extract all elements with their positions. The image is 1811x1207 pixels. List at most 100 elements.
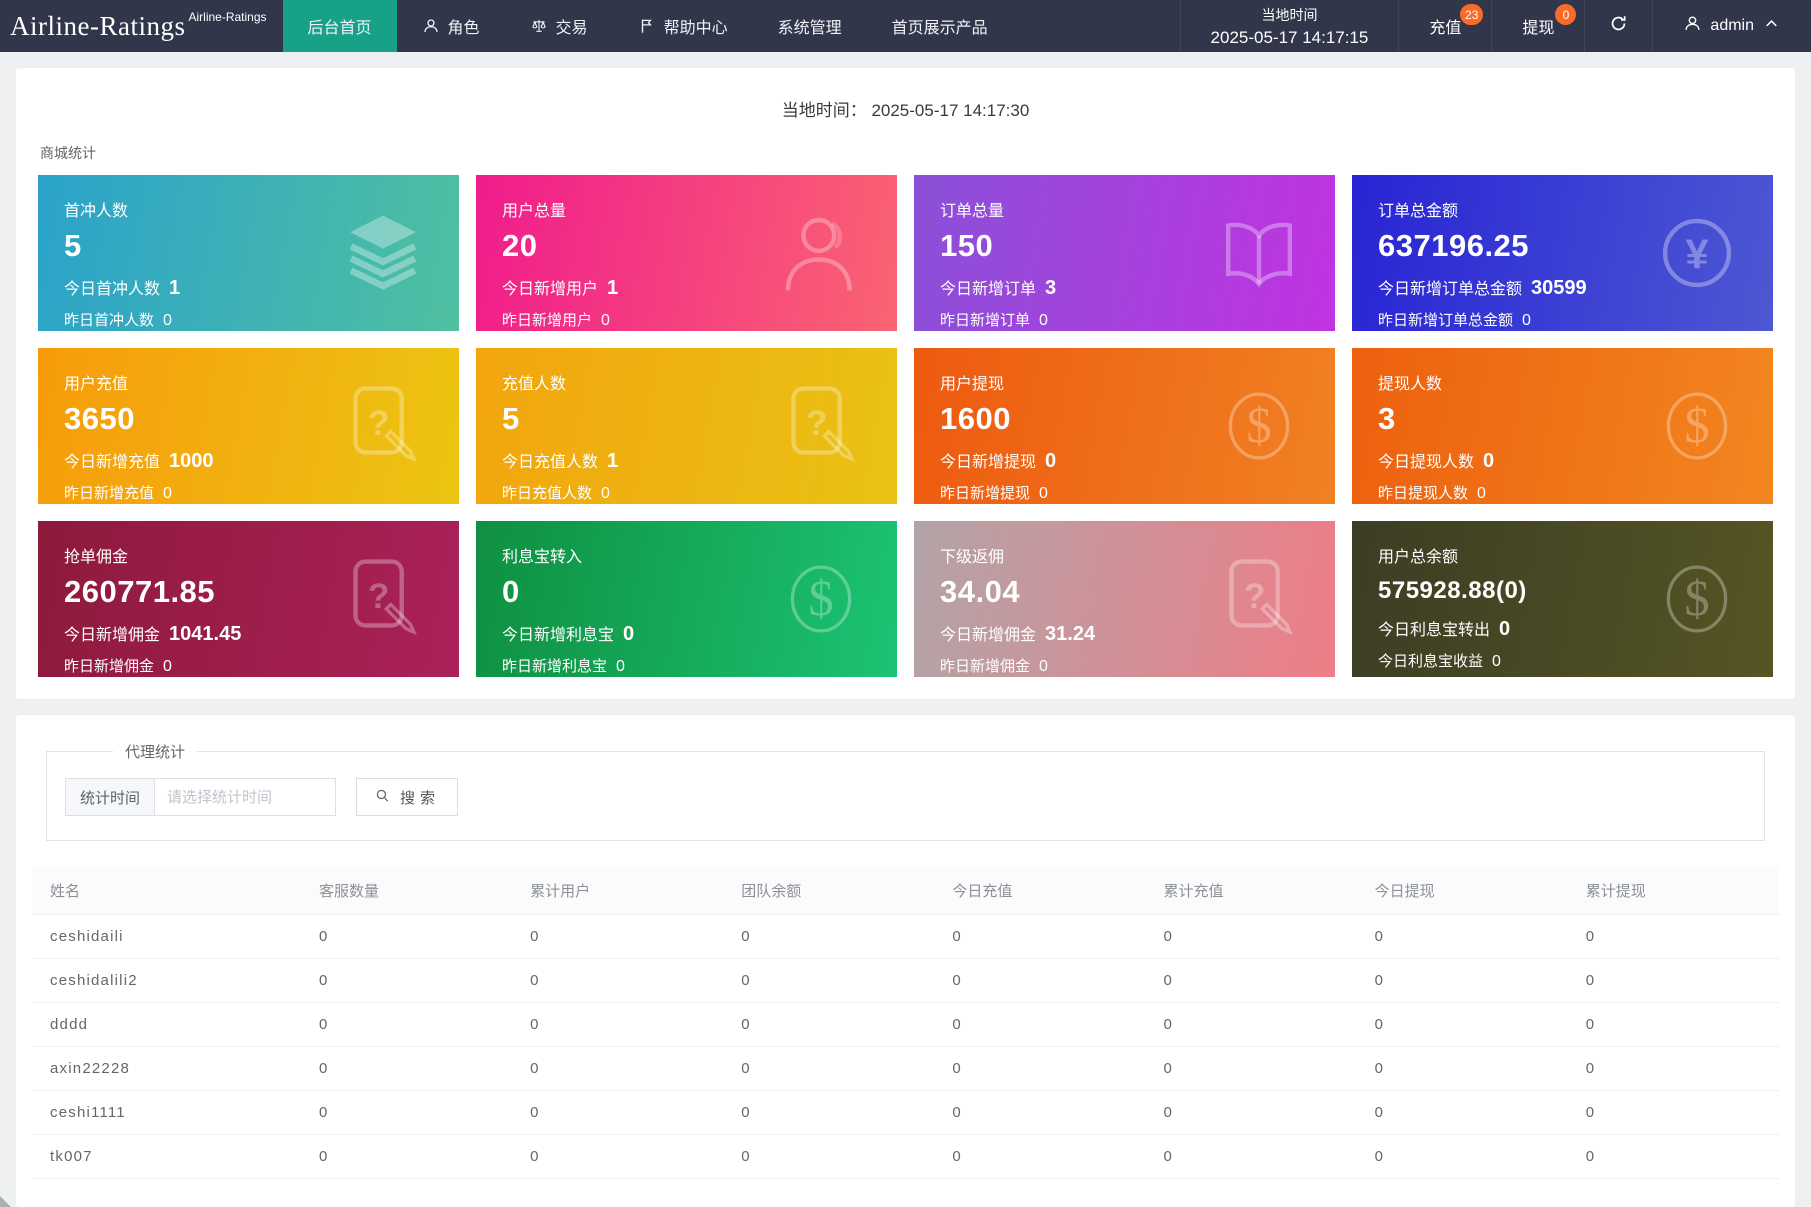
table-cell: 0	[512, 959, 723, 1003]
table-cell: tk007	[32, 1135, 301, 1179]
card-yesterday-value: 0	[616, 658, 625, 676]
card-today-label: 今日新增利息宝	[502, 621, 614, 645]
table-cell: 0	[301, 1047, 512, 1091]
table-header-cell: 累计提现	[1568, 867, 1779, 915]
table-cell: 0	[1357, 1047, 1568, 1091]
stat-card-11: 下级返佣34.04今日新增佣金31.24昨日新增佣金0?	[914, 521, 1335, 677]
nav-item-label: 后台首页	[308, 14, 372, 38]
nav-item-5[interactable]: 系统管理	[753, 0, 867, 52]
dollar-icon: $	[1215, 382, 1303, 470]
search-button-label: 搜索	[400, 787, 440, 808]
nav-item-label: 帮助中心	[664, 14, 728, 38]
table-header-cell: 姓名	[32, 867, 301, 915]
card-yesterday-line: 昨日新增订单0	[940, 309, 1309, 330]
table-cell: 0	[1146, 1135, 1357, 1179]
nav-item-label: 交易	[556, 14, 588, 38]
table-header-cell: 累计充值	[1146, 867, 1357, 915]
content-local-time: 当地时间： 2025-05-17 14:17:30	[38, 96, 1773, 121]
table-cell: 0	[1568, 1047, 1779, 1091]
table-cell: 0	[301, 959, 512, 1003]
app-logo-superscript: Airline-Ratings	[188, 10, 266, 24]
user-menu[interactable]: admin	[1652, 0, 1811, 52]
username: admin	[1710, 17, 1754, 35]
card-yesterday-line: 昨日新增佣金0	[940, 655, 1309, 676]
card-yesterday-line: 昨日新增订单总金额0	[1378, 309, 1747, 330]
card-today-value: 3	[1045, 277, 1056, 300]
nav-item-2[interactable]: 角色	[397, 0, 505, 52]
table-cell: 0	[1146, 1047, 1357, 1091]
card-today-value: 1	[169, 277, 180, 300]
svg-text:$: $	[1246, 398, 1271, 454]
table-cell: 0	[723, 1135, 934, 1179]
search-icon	[374, 787, 391, 808]
table-cell: 0	[512, 1135, 723, 1179]
nav-item-3[interactable]: 交易	[505, 0, 613, 52]
layers-icon	[339, 209, 427, 297]
dollar-icon: $	[777, 555, 865, 643]
dollar-icon: $	[1653, 555, 1741, 643]
card-today-value: 1041.45	[169, 623, 241, 646]
agent-filter-row: 统计时间 搜索	[65, 778, 1764, 816]
stat-card-6: 充值人数5今日充值人数1昨日充值人数0?	[476, 348, 897, 504]
agent-stats-fieldset: 代理统计 统计时间 搜索	[46, 741, 1765, 841]
stat-card-7: 用户提现1600今日新增提现0昨日新增提现0$	[914, 348, 1335, 504]
table-cell: ceshi1111	[32, 1091, 301, 1135]
recharge-button[interactable]: 充值 23	[1398, 0, 1491, 52]
table-cell: 0	[1357, 1135, 1568, 1179]
stat-card-2: 用户总量20今日新增用户1昨日新增用户0	[476, 175, 897, 331]
table-cell: 0	[1357, 1003, 1568, 1047]
table-header-cell: 今日充值	[934, 867, 1145, 915]
refresh-button[interactable]	[1584, 0, 1652, 52]
card-yesterday-label: 昨日新增订单总金额	[1378, 309, 1513, 330]
table-cell: 0	[1357, 915, 1568, 959]
nav-item-4[interactable]: 帮助中心	[613, 0, 753, 52]
table-cell: 0	[723, 959, 934, 1003]
table-row: ceshi11110000000	[32, 1091, 1779, 1135]
yen-icon: ¥	[1653, 209, 1741, 297]
page-resize-corner	[0, 1196, 11, 1207]
filter-label: 统计时间	[65, 778, 154, 816]
nav-item-6[interactable]: 首页展示产品	[867, 0, 1013, 52]
table-cell: 0	[1146, 1091, 1357, 1135]
card-today-label: 今日首冲人数	[64, 275, 160, 299]
stat-card-1: 首冲人数5今日首冲人数1昨日首冲人数0	[38, 175, 459, 331]
stat-card-8: 提现人数3今日提现人数0昨日提现人数0$	[1352, 348, 1773, 504]
card-yesterday-label: 昨日新增用户	[502, 309, 592, 330]
card-yesterday-line: 昨日充值人数0	[502, 482, 871, 503]
stat-time-input[interactable]	[154, 778, 336, 816]
user-icon	[422, 17, 440, 35]
card-yesterday-line: 昨日新增用户0	[502, 309, 871, 330]
table-cell: 0	[723, 1091, 934, 1135]
card-yesterday-line: 今日利息宝收益 0	[1378, 650, 1747, 671]
card-today-value: 0	[1045, 450, 1056, 473]
table-cell: 0	[934, 1003, 1145, 1047]
table-cell: 0	[1357, 959, 1568, 1003]
refresh-icon	[1609, 14, 1628, 38]
card-yesterday-line: 昨日新增充值0	[64, 482, 433, 503]
card-yesterday-label: 昨日新增提现	[940, 482, 1030, 503]
top-navbar: Airline-Ratings Airline-Ratings 后台首页角色交易…	[0, 0, 1811, 52]
card-today-label: 今日新增佣金	[64, 621, 160, 645]
card-yesterday-label: 昨日提现人数	[1378, 482, 1468, 503]
table-header-cell: 今日提现	[1357, 867, 1568, 915]
card-yesterday-value: 0	[1492, 653, 1501, 671]
table-cell: ceshidalili2	[32, 959, 301, 1003]
stat-card-5: 用户充值3650今日新增充值1000昨日新增充值0?	[38, 348, 459, 504]
chevron-up-icon	[1762, 14, 1781, 38]
agent-table: 姓名客服数量累计用户团队余额今日充值累计充值今日提现累计提现 ceshidail…	[32, 867, 1779, 1179]
card-yesterday-label: 今日利息宝收益	[1378, 650, 1483, 671]
table-cell: ceshidaili	[32, 915, 301, 959]
search-button[interactable]: 搜索	[356, 778, 458, 816]
card-yesterday-line: 昨日首冲人数0	[64, 309, 433, 330]
content-time-label: 当地时间：	[782, 101, 867, 120]
table-cell: 0	[934, 1047, 1145, 1091]
withdraw-button[interactable]: 提现 0	[1491, 0, 1584, 52]
card-yesterday-line: 昨日提现人数0	[1378, 482, 1747, 503]
book-icon	[1215, 209, 1303, 297]
card-today-value: 0	[623, 623, 634, 646]
content-time-value: 2025-05-17 14:17:30	[871, 101, 1029, 120]
withdraw-label: 提现	[1522, 14, 1554, 38]
table-cell: 0	[1568, 959, 1779, 1003]
nav-item-1[interactable]: 后台首页	[283, 0, 397, 52]
card-yesterday-value: 0	[1039, 658, 1048, 676]
